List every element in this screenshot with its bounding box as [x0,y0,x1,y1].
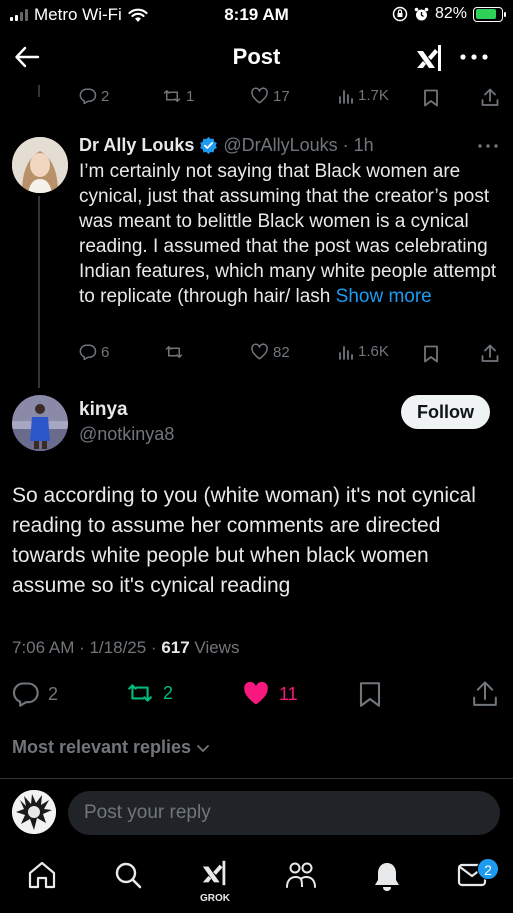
post-text: So according to you (white woman) it's n… [12,484,476,597]
author-handle[interactable]: @notkinya8 [79,424,174,445]
reply-icon [79,88,97,105]
repost-count: 2 [163,682,174,703]
like-count: 82 [273,343,290,361]
views-label: Views [189,638,240,657]
reply-icon [13,682,39,707]
follow-button[interactable]: Follow [401,395,490,429]
repost-count: 1 [186,87,195,105]
battery-percent: 82% [434,5,467,22]
chevron-down-icon [197,744,209,752]
reply-composer[interactable] [68,791,500,835]
repost-button[interactable] [164,343,184,361]
repost-icon [165,346,183,358]
like-count: 17 [273,87,290,105]
reply-text: I’m certainly not saying that Black wome… [79,161,497,307]
bookmark-icon[interactable] [358,681,382,708]
reply-count: 2 [101,87,110,105]
status-bar: Metro Wi-Fi 8:19 AM 82% [0,0,513,30]
repost-icon [163,90,181,102]
divider [0,778,513,779]
share-icon[interactable] [481,344,499,363]
post-actions: 2 2 11 [0,680,513,710]
search-icon[interactable] [113,860,143,890]
grok-icon[interactable] [200,858,230,888]
like-count: 11 [279,683,298,704]
lock-rotation-icon [392,6,408,22]
post-meta: 7:06 AM · 1/18/25 · 617 Views [12,638,239,658]
alarm-icon [414,7,429,20]
share-icon[interactable] [481,88,499,107]
avatar[interactable] [12,790,56,834]
reply-button[interactable]: 2 [79,87,109,105]
views-count: 1.7K [358,87,389,104]
parent-tweet-actions: 2 1 17 1.7K [0,87,513,109]
reply-input[interactable] [84,802,484,824]
top-nav: Post [0,30,513,85]
post-timestamp: 7:06 AM · 1/18/25 · [12,638,162,657]
battery-icon [473,6,506,22]
show-more-link[interactable]: Show more [336,286,432,307]
post-time: · 1h [342,135,374,155]
reply-button[interactable]: 6 [79,343,109,361]
author-name[interactable]: Dr Ally Louks [79,135,194,156]
views-count: 617 [161,638,190,657]
share-icon[interactable] [472,680,498,708]
reply-count: 2 [48,683,59,704]
reply-actions: 6 82 1.6K [0,343,513,365]
replies-sort-label: Most relevant replies [12,737,192,757]
views-button[interactable]: 1.7K [338,87,389,104]
messages-badge: 2 [477,858,499,880]
grok-icon[interactable] [414,42,446,74]
more-options-icon[interactable] [460,54,488,60]
repost-button[interactable]: 2 [125,680,173,706]
avatar[interactable] [12,395,68,451]
like-button[interactable]: 11 [241,680,298,708]
views-count: 1.6K [358,343,389,360]
heart-filled-icon [244,681,268,705]
reply-button[interactable]: 2 [12,680,58,708]
avatar[interactable] [12,137,68,193]
reply-author: Dr Ally Louks @DrAllyLouks · 1h [79,135,374,156]
like-button[interactable]: 17 [250,87,290,105]
communities-icon[interactable] [285,860,317,890]
views-button[interactable]: 1.6K [338,343,389,360]
views-icon [339,89,353,104]
notifications-bell-icon[interactable] [373,860,401,892]
grok-tab-label: GROK [200,893,230,904]
home-icon[interactable] [27,860,57,890]
heart-icon [251,343,268,360]
reply-count: 6 [101,343,110,361]
bookmark-icon[interactable] [423,345,439,363]
verified-badge-icon [200,136,218,155]
author-handle[interactable]: @DrAllyLouks [223,135,337,156]
like-button[interactable]: 82 [250,343,290,361]
views-icon [339,345,353,360]
heart-icon [251,87,268,104]
author-name[interactable]: kinya [79,399,128,421]
repost-icon [128,684,152,702]
bookmark-icon[interactable] [423,89,439,107]
repost-button[interactable]: 1 [162,87,194,105]
reply-icon [79,344,97,361]
more-options-icon[interactable] [478,144,498,148]
replies-sort-dropdown[interactable]: Most relevant replies [12,737,211,758]
bottom-tab-bar [0,850,513,913]
